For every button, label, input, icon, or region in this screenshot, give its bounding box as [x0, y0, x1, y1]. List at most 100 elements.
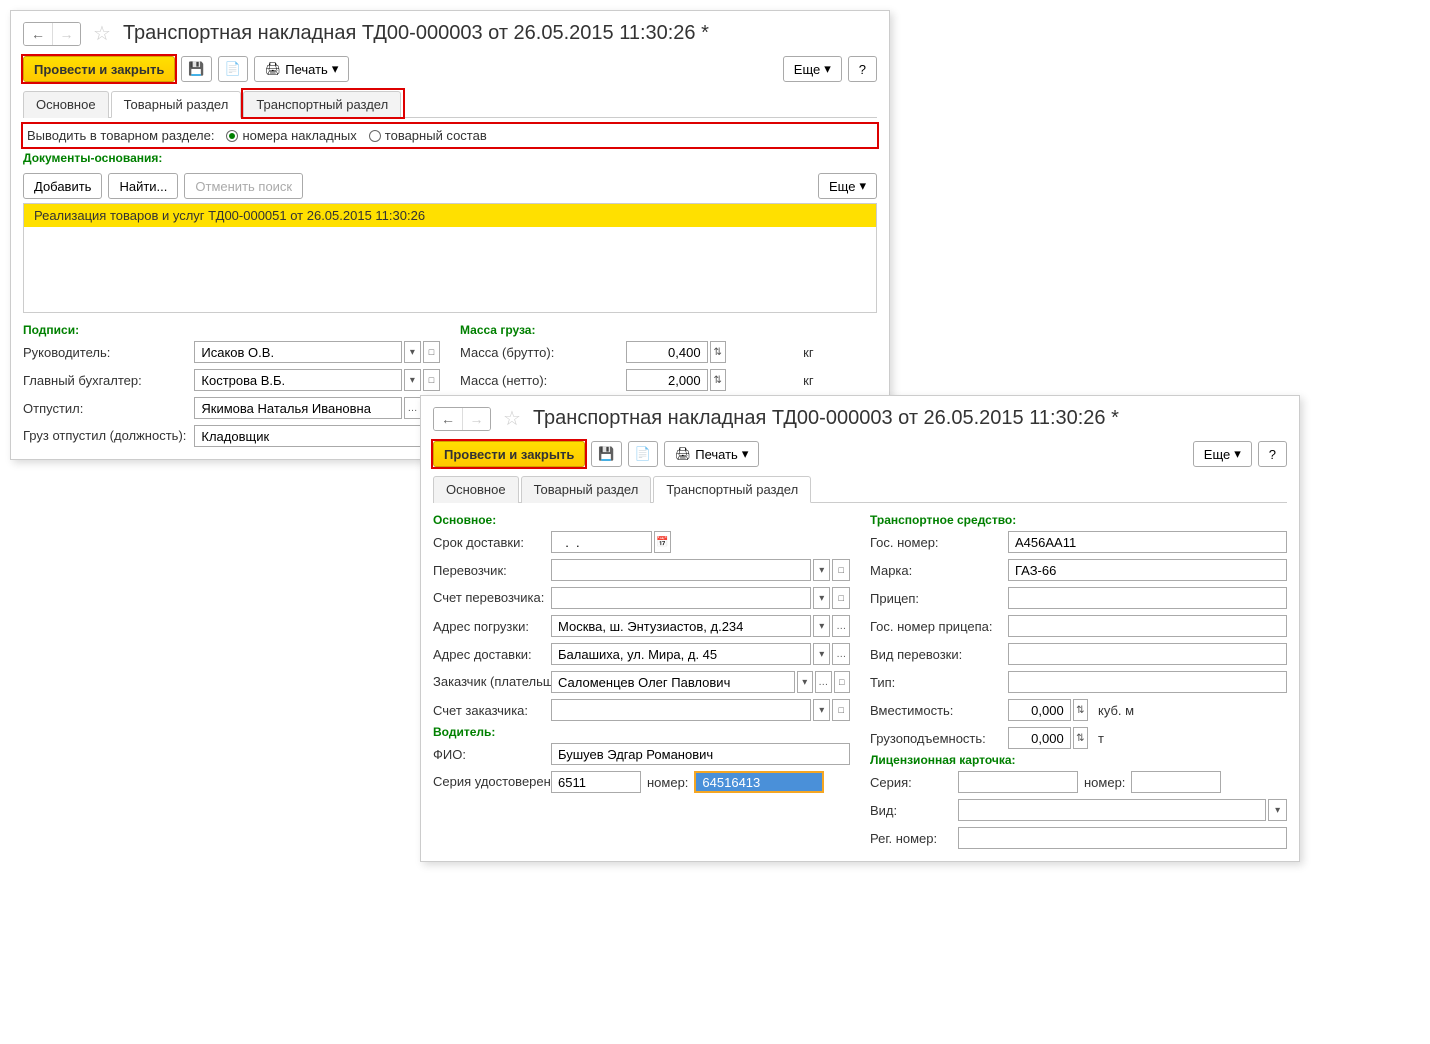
accountant-dropdown[interactable] — [404, 369, 421, 391]
released-select[interactable] — [404, 397, 421, 419]
carrier-acc-open[interactable] — [832, 587, 850, 609]
tab-goods-2[interactable]: Товарный раздел — [521, 476, 652, 503]
customer-acc-input[interactable] — [551, 699, 811, 721]
add-button[interactable]: Добавить — [23, 173, 102, 199]
leader-dropdown[interactable] — [404, 341, 421, 363]
customer-select[interactable] — [815, 671, 832, 693]
tab-main-2[interactable]: Основное — [433, 476, 519, 503]
net-input[interactable] — [626, 369, 708, 391]
accountant-open[interactable] — [423, 369, 440, 391]
vehicle-column: Транспортное средство: Гос. номер: Марка… — [870, 509, 1287, 849]
license-series-input[interactable] — [958, 771, 1078, 793]
docs-list[interactable]: Реализация товаров и услуг ТД00-000051 о… — [23, 203, 877, 313]
delivery-date-input[interactable] — [551, 531, 652, 553]
find-button[interactable]: Найти... — [108, 173, 178, 199]
carrier-open[interactable] — [832, 559, 850, 581]
docs-list-row[interactable]: Реализация товаров и услуг ТД00-000051 о… — [24, 204, 876, 227]
radio-goods-list[interactable]: товарный состав — [369, 128, 487, 143]
net-spinner[interactable] — [710, 369, 726, 391]
more-button-2[interactable]: Еще ▾ — [1193, 441, 1252, 467]
accountant-input[interactable] — [194, 369, 402, 391]
license-kind-input[interactable] — [958, 799, 1266, 821]
forward-button-2[interactable]: → — [462, 408, 490, 430]
deliv-addr-input[interactable] — [551, 643, 811, 665]
carrier-acc-label: Счет перевозчика: — [433, 590, 543, 606]
load-addr-input[interactable] — [551, 615, 811, 637]
highlight-driver-num — [694, 771, 824, 793]
mass-header: Масса груза: — [460, 319, 877, 341]
post-and-close-button[interactable]: Провести и закрыть — [23, 56, 175, 82]
carrier-dropdown[interactable] — [813, 559, 831, 581]
post-button-2[interactable] — [628, 441, 658, 467]
titlebar: ← → ☆ Транспортная накладная ТД00-000003… — [23, 17, 877, 56]
license-kind-dropdown[interactable] — [1268, 799, 1287, 821]
favorite-star-icon-2[interactable]: ☆ — [499, 406, 525, 431]
post-icon — [225, 61, 241, 77]
driver-num-input[interactable] — [694, 771, 824, 793]
released-input[interactable] — [194, 397, 402, 419]
cancel-find-button[interactable]: Отменить поиск — [184, 173, 303, 199]
more-button[interactable]: Еще ▾ — [783, 56, 842, 82]
transport-type-label: Вид перевозки: — [870, 647, 1000, 662]
load-addr-dropdown[interactable] — [813, 615, 831, 637]
customer-open[interactable] — [834, 671, 851, 693]
more-label: Еще — [794, 62, 820, 77]
help-button[interactable]: ? — [848, 56, 877, 82]
radio-invoice-numbers[interactable]: номера накладных — [226, 128, 356, 143]
print-button-2[interactable]: Печать ▾ — [664, 441, 760, 467]
load-cap-input[interactable] — [1008, 727, 1071, 749]
transport-type-input[interactable] — [1008, 643, 1287, 665]
deliv-addr-select[interactable] — [832, 643, 850, 665]
capacity-spinner[interactable] — [1073, 699, 1088, 721]
released-pos-input[interactable] — [194, 425, 440, 447]
carrier-input[interactable] — [551, 559, 811, 581]
driver-header: Водитель: — [433, 721, 850, 743]
window-title: Транспортная накладная ТД00-000003 от 26… — [123, 22, 709, 45]
driver-series-input[interactable] — [551, 771, 641, 793]
customer-dropdown[interactable] — [797, 671, 814, 693]
post-and-close-button-2[interactable]: Провести и закрыть — [433, 441, 585, 467]
leader-input[interactable] — [194, 341, 402, 363]
load-cap-unit: т — [1092, 731, 1104, 746]
tab-transport-2[interactable]: Транспортный раздел — [653, 476, 811, 503]
released-pos-label: Груз отпустил (должность): — [23, 428, 186, 444]
highlight-post-close: Провести и закрыть — [23, 56, 175, 82]
carrier-acc-dropdown[interactable] — [813, 587, 831, 609]
released-label: Отпустил: — [23, 401, 186, 416]
tab-goods[interactable]: Товарный раздел — [111, 91, 242, 118]
favorite-star-icon[interactable]: ☆ — [89, 21, 115, 46]
delivery-date-calendar[interactable] — [654, 531, 671, 553]
customer-acc-dropdown[interactable] — [813, 699, 831, 721]
gross-spinner[interactable] — [710, 341, 726, 363]
plate-input[interactable] — [1008, 531, 1287, 553]
tab-main[interactable]: Основное — [23, 91, 109, 118]
capacity-input[interactable] — [1008, 699, 1071, 721]
save-button[interactable] — [181, 56, 211, 82]
help-button-2[interactable]: ? — [1258, 441, 1287, 467]
carrier-acc-input[interactable] — [551, 587, 811, 609]
load-cap-spinner[interactable] — [1073, 727, 1088, 749]
trailer-plate-input[interactable] — [1008, 615, 1287, 637]
print-label-2: Печать — [695, 447, 738, 462]
back-button-2[interactable]: ← — [434, 408, 462, 430]
trailer-input[interactable] — [1008, 587, 1287, 609]
brand-input[interactable] — [1008, 559, 1287, 581]
gross-input[interactable] — [626, 341, 708, 363]
driver-name-input[interactable] — [551, 743, 850, 765]
leader-open[interactable] — [423, 341, 440, 363]
docs-more-button[interactable]: Еще ▾ — [818, 173, 877, 199]
tab-transport[interactable]: Транспортный раздел — [243, 91, 401, 117]
forward-button[interactable]: → — [52, 23, 80, 45]
vehicle-type-input[interactable] — [1008, 671, 1287, 693]
tab-bar-2: Основное Товарный раздел Транспортный ра… — [433, 475, 1287, 503]
license-reg-input[interactable] — [958, 827, 1287, 849]
license-num-input[interactable] — [1131, 771, 1221, 793]
post-button[interactable] — [218, 56, 248, 82]
save-button-2[interactable] — [591, 441, 621, 467]
customer-input[interactable] — [551, 671, 795, 693]
load-addr-select[interactable] — [832, 615, 850, 637]
customer-acc-open[interactable] — [832, 699, 850, 721]
back-button[interactable]: ← — [24, 23, 52, 45]
print-button[interactable]: Печать ▾ — [254, 56, 350, 82]
deliv-addr-dropdown[interactable] — [813, 643, 831, 665]
